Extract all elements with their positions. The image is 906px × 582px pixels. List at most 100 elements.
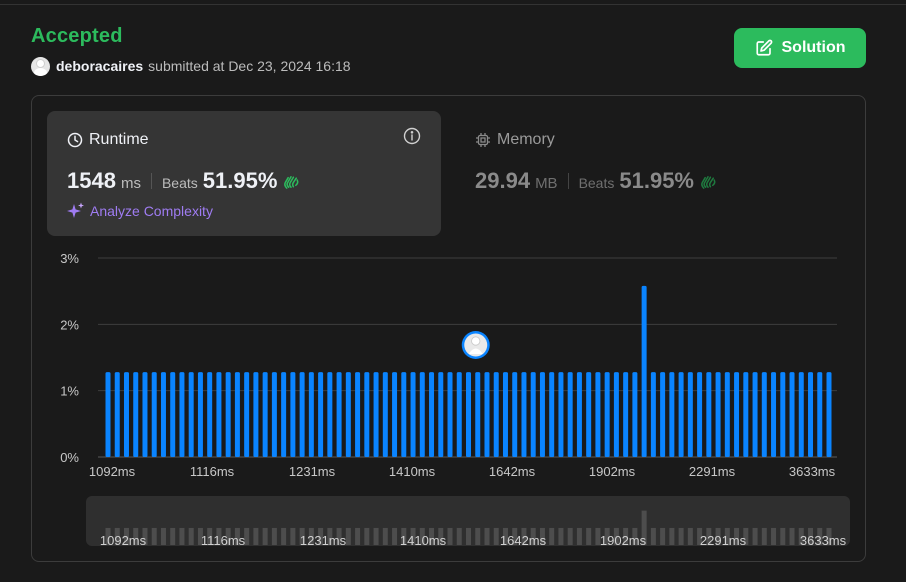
chart-bar[interactable]: [613, 372, 619, 457]
chart-bar[interactable]: [780, 372, 786, 457]
chart-bar[interactable]: [133, 372, 139, 457]
chart-bar[interactable]: [502, 372, 508, 457]
chart-bar[interactable]: [253, 372, 259, 457]
chart-bar[interactable]: [789, 372, 795, 457]
chart-bar[interactable]: [715, 372, 721, 457]
chart-bar[interactable]: [817, 372, 823, 457]
chart-bar[interactable]: [382, 372, 388, 457]
chart-bar[interactable]: [105, 372, 111, 457]
overview-bar: [188, 527, 194, 545]
chart-bar[interactable]: [650, 372, 656, 457]
overview-bar: [447, 527, 453, 545]
chart-bar[interactable]: [493, 372, 499, 457]
overview-bar: [687, 527, 693, 545]
chart-bar[interactable]: [475, 372, 481, 457]
chart-bar[interactable]: [623, 372, 629, 457]
chart-bar[interactable]: [734, 372, 740, 457]
chart-bar[interactable]: [632, 372, 638, 457]
chart-bar[interactable]: [687, 372, 693, 457]
chart-bar[interactable]: [114, 372, 120, 457]
chart-bar[interactable]: [271, 372, 277, 457]
chart-bar[interactable]: [281, 372, 287, 457]
chart-bar[interactable]: [336, 372, 342, 457]
chart-bar[interactable]: [595, 372, 601, 457]
overview-tick-label: 1231ms: [300, 533, 347, 548]
chart-bar[interactable]: [401, 372, 407, 457]
chart-bar[interactable]: [179, 372, 185, 457]
chart-bar[interactable]: [142, 372, 148, 457]
chart-bar[interactable]: [216, 372, 222, 457]
chart-bar[interactable]: [466, 372, 471, 457]
chart-bar[interactable]: [808, 372, 814, 457]
chart-bar[interactable]: [392, 372, 398, 457]
chart-bar[interactable]: [641, 285, 647, 457]
chart-bar[interactable]: [558, 372, 564, 457]
chart-bar[interactable]: [567, 372, 573, 457]
chart-bar[interactable]: [512, 372, 518, 457]
chart-bar[interactable]: [123, 372, 129, 457]
chart-bar[interactable]: [355, 372, 361, 457]
x-tick-label: 1642ms: [489, 464, 536, 479]
chart-bar[interactable]: [743, 372, 749, 457]
chart-bar[interactable]: [290, 372, 296, 457]
chart-bar[interactable]: [456, 372, 462, 457]
chart-bar[interactable]: [188, 372, 194, 457]
chart-bar[interactable]: [724, 372, 730, 457]
chart-bar[interactable]: [660, 372, 666, 457]
overview-bar: [392, 527, 398, 545]
chart-bar[interactable]: [160, 372, 166, 457]
chart-bar[interactable]: [410, 372, 416, 457]
chart-bar[interactable]: [669, 372, 675, 457]
chart-bar[interactable]: [345, 372, 351, 457]
chart-bar[interactable]: [419, 372, 425, 457]
chart-bar[interactable]: [826, 372, 832, 457]
chart-bar[interactable]: [244, 372, 250, 457]
y-tick-label: 3%: [60, 251, 79, 266]
chart-bar[interactable]: [604, 372, 610, 457]
overview-tick-label: 1092ms: [100, 533, 147, 548]
chart-bar[interactable]: [586, 372, 592, 457]
chart-bar[interactable]: [207, 372, 213, 457]
overview-bar: [752, 527, 758, 545]
chart-bar[interactable]: [234, 372, 240, 457]
x-tick-label: 1410ms: [389, 464, 436, 479]
chart-bar[interactable]: [484, 372, 490, 457]
overview-tick-label: 1410ms: [400, 533, 447, 548]
overview-bar: [160, 527, 166, 545]
chart-bar[interactable]: [308, 372, 314, 457]
chart-bar[interactable]: [197, 372, 203, 457]
chart-bar[interactable]: [318, 372, 324, 457]
x-tick-label: 2291ms: [689, 464, 736, 479]
chart-bar[interactable]: [706, 372, 712, 457]
chart-bar[interactable]: [151, 372, 157, 457]
chart-bar[interactable]: [225, 372, 231, 457]
chart-bar[interactable]: [697, 372, 703, 457]
chart-bar[interactable]: [373, 372, 379, 457]
chart-bar[interactable]: [530, 372, 536, 457]
chart-bar[interactable]: [761, 372, 767, 457]
overview-bar: [253, 527, 259, 545]
chart-bar[interactable]: [539, 372, 545, 457]
chart-bar[interactable]: [678, 372, 684, 457]
overview-bar: [373, 527, 379, 545]
chart-bar[interactable]: [429, 372, 435, 457]
chart-bar[interactable]: [438, 372, 444, 457]
chart-bar[interactable]: [798, 372, 804, 457]
chart-bar[interactable]: [521, 372, 527, 457]
runtime-distribution-chart[interactable]: 3% 2% 1% 0% 1092ms 1116ms 1231ms 1410ms 1642ms 19…: [0, 0, 906, 582]
chart-bar[interactable]: [327, 372, 333, 457]
chart-bar[interactable]: [364, 372, 370, 457]
overview-bar: [290, 527, 296, 545]
chart-bar[interactable]: [576, 372, 582, 457]
overview-bar: [761, 527, 767, 545]
user-marker-head: [471, 336, 481, 346]
chart-bar[interactable]: [299, 372, 305, 457]
chart-bar[interactable]: [447, 372, 453, 457]
chart-bar[interactable]: [262, 372, 268, 457]
chart-bar[interactable]: [752, 372, 758, 457]
overview-tick-label: 1902ms: [600, 533, 647, 548]
chart-bar[interactable]: [549, 372, 555, 457]
overview-tick-label: 1116ms: [201, 533, 246, 548]
chart-bar[interactable]: [771, 372, 777, 457]
chart-bar[interactable]: [170, 372, 176, 457]
